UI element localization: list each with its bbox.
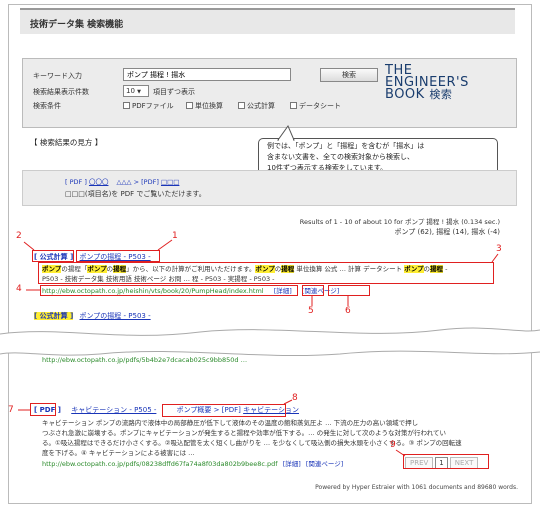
annotation-leader-lines — [18, 239, 499, 457]
